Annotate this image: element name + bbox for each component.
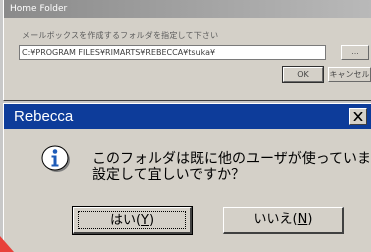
browse-button[interactable]: ... [341,45,369,60]
folder-path-input[interactable]: C:¥PROGRAM FILES¥RIMARTS¥REBECCA¥tsuka¥ [19,45,326,60]
dialog-title: Rebecca [14,108,74,125]
dialog-titlebar: Rebecca [4,104,371,129]
info-icon [41,145,70,172]
message-line-2: 設定して宜しいですか？ [92,167,246,183]
yes-label: はい( [109,213,142,228]
cancel-button[interactable]: キャンセル [328,67,371,82]
corner-marker [0,236,14,252]
ok-button[interactable]: OK [282,66,324,83]
yes-mnemonic: Y [141,213,149,228]
dialog-message: このフォルダは既に他のユーザが使っています 設定して宜しいですか？ [92,151,371,183]
no-mnemonic: N [297,212,308,227]
no-label: いいえ( [253,212,298,227]
message-line-1: このフォルダは既に他のユーザが使っています [92,151,371,167]
home-folder-title: Home Folder [4,0,371,18]
no-label-end: ) [307,212,313,227]
close-button[interactable] [349,108,367,125]
folder-prompt-label: メールボックスを作成するフォルダを指定して下さい [22,31,219,40]
home-folder-window: Home Folder メールボックスを作成するフォルダを指定して下さい C:¥… [3,0,371,101]
yes-focus-rect: はい(Y) [78,211,186,229]
yes-label-end: ) [148,213,155,228]
close-icon [353,112,363,121]
confirm-dialog: Rebecca このフォルダは既に他のユーザが使っています 設定して宜しいですか… [3,103,371,252]
no-button[interactable]: いいえ(N) [223,207,344,234]
yes-button[interactable]: はい(Y) [72,206,193,235]
